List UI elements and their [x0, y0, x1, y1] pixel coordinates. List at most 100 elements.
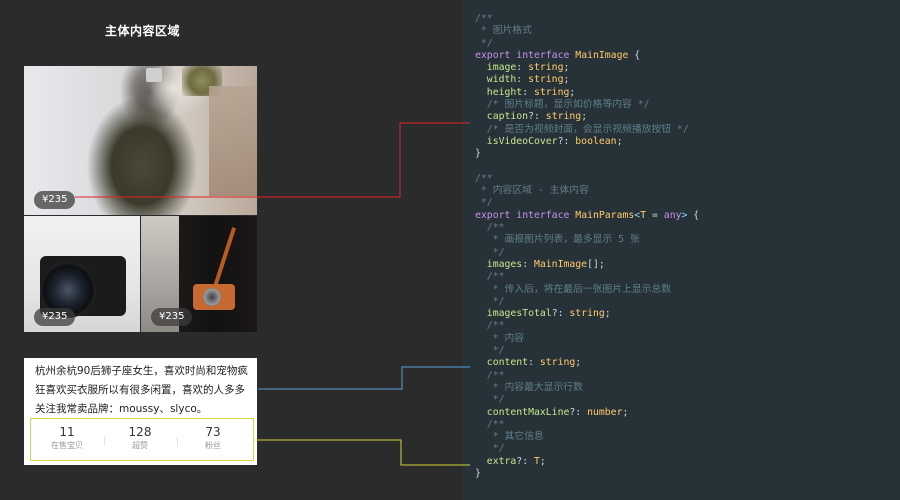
- stat-value: 11: [59, 425, 75, 439]
- code-line: /**: [475, 173, 699, 185]
- code-token: export: [475, 209, 511, 221]
- price-caption: ¥235: [34, 191, 76, 209]
- code-line: * 画报图片列表，最多显示 5 张: [475, 234, 699, 246]
- code-line: /**: [475, 419, 699, 431]
- code-token: ;: [575, 357, 582, 369]
- code-token: * 图片格式: [475, 25, 532, 37]
- main-image-3[interactable]: ¥235: [141, 216, 257, 332]
- code-line: isVideoCover?: boolean;: [475, 136, 699, 148]
- code-token: boolean: [575, 135, 617, 147]
- code-line: width: string;: [475, 74, 699, 86]
- stat-label: 在售宝贝: [51, 441, 83, 450]
- code-line: * 传入后，将在最后一张图片上显示总数: [475, 284, 699, 296]
- code-token: extra: [486, 455, 517, 467]
- code-token: ;: [563, 62, 570, 74]
- code-token: any: [663, 209, 682, 221]
- code-line: caption?: string;: [475, 111, 699, 123]
- code-token: :: [522, 258, 534, 270]
- code-line: image: string;: [475, 62, 699, 74]
- code-line: /**: [475, 271, 699, 283]
- code-line: */: [475, 38, 699, 50]
- cabinet-decoration: [209, 86, 257, 196]
- code-line: * 内容最大显示行数: [475, 382, 699, 394]
- code-token: string: [528, 62, 564, 74]
- code-token: imagesTotal: [486, 308, 552, 320]
- code-token: * 画报图片列表，最多显示 5 张: [486, 234, 640, 246]
- code-token: :: [516, 74, 529, 86]
- stat-value: 128: [128, 425, 152, 439]
- code-line: height: string;: [475, 87, 699, 99]
- code-line: /**: [475, 370, 699, 382]
- code-line: images: MainImage[];: [475, 259, 699, 271]
- code-token: ;: [622, 406, 629, 418]
- code-token: /**: [486, 418, 505, 430]
- code-token: MainParams: [575, 209, 635, 221]
- code-line: */: [475, 345, 699, 357]
- code-line: export interface MainParams<T = any> {: [475, 210, 699, 222]
- code-line: * 其它信息: [475, 431, 699, 443]
- code-token: ?:: [569, 406, 588, 418]
- code-line: export interface MainImage {: [475, 50, 699, 62]
- code-token: string: [528, 74, 564, 86]
- price-caption: ¥235: [151, 308, 193, 326]
- code-token: */: [475, 37, 493, 49]
- code-token: MainImage: [575, 49, 629, 61]
- code-token: :: [516, 62, 529, 74]
- code-token: /**: [486, 271, 505, 283]
- main-image-1[interactable]: ¥235: [24, 66, 257, 215]
- code-line: extra?: T;: [475, 456, 699, 468]
- code-token: image: [486, 62, 517, 74]
- code-token: /* 图片标题，显示如价格等内容 */: [486, 99, 650, 111]
- code-token: */: [486, 295, 505, 307]
- code-token: * 内容: [486, 332, 525, 344]
- code-token: interface: [516, 49, 570, 61]
- code-line: */: [475, 443, 699, 455]
- phone-decoration: [146, 68, 162, 82]
- code-line: */: [475, 247, 699, 259]
- code-token: string: [539, 357, 576, 369]
- code-token: ;: [581, 111, 588, 123]
- code-line: /**: [475, 320, 699, 332]
- stat-likes[interactable]: 128 超赞: [110, 425, 170, 453]
- code-token: */: [486, 443, 505, 455]
- code-token: string: [569, 308, 605, 320]
- code-token: }: [475, 148, 481, 160]
- code-token: export: [475, 49, 511, 61]
- code-token: */: [486, 394, 505, 406]
- stat-on-sale[interactable]: 11 在售宝贝: [37, 425, 97, 453]
- code-token: images: [486, 258, 523, 270]
- code-token: */: [486, 246, 505, 258]
- code-token: string: [545, 111, 582, 123]
- code-token: ;: [616, 135, 623, 147]
- stat-fans[interactable]: 73 粉丝: [183, 425, 243, 453]
- code-token: */: [486, 345, 505, 357]
- code-line: /* 图片标题，显示如价格等内容 */: [475, 99, 699, 111]
- code-token: contentMaxLine: [486, 406, 570, 418]
- content-text: 杭州余杭90后狮子座女生，喜欢时尚和宠物疯狂喜欢买衣服所以有很多闲置，喜欢的人多…: [35, 365, 248, 415]
- code-line: */: [475, 197, 699, 209]
- section-title: 主体内容区域: [105, 24, 181, 38]
- code-line: * 内容区域 - 主体内容: [475, 185, 699, 197]
- code-block: /** * 图片格式 */export interface MainImage …: [475, 13, 699, 480]
- code-token: ?:: [551, 308, 570, 320]
- code-token: ?:: [528, 111, 546, 123]
- code-token: /**: [475, 13, 493, 24]
- main-image-2[interactable]: ¥235: [24, 216, 140, 332]
